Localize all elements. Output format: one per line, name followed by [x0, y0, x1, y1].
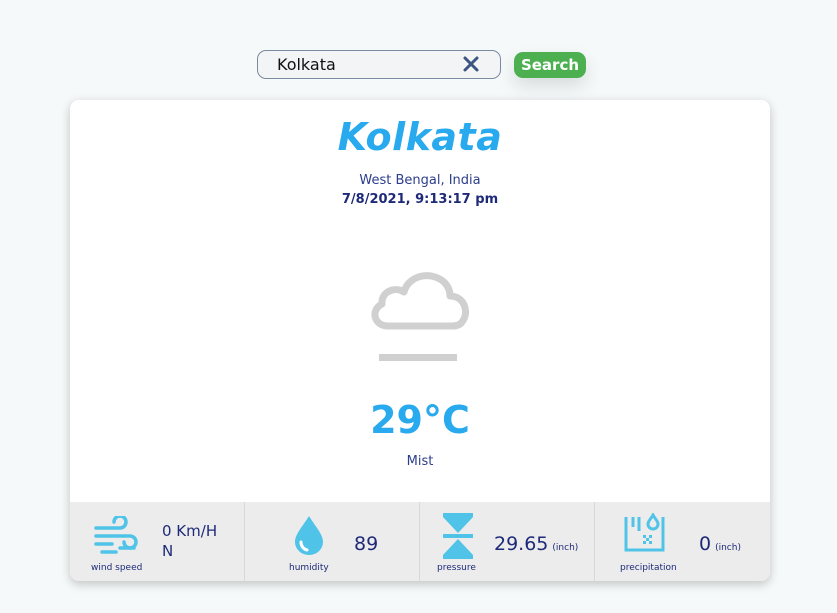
- precipitation-number: 0: [699, 533, 712, 555]
- condition-text: Mist: [406, 454, 434, 469]
- pressure-stat: 29.65 (inch) pressure: [420, 502, 595, 581]
- wind-speed-number: 0 Km/H: [162, 522, 218, 540]
- wind-speed-value: 0 Km/H N: [162, 521, 217, 561]
- precipitation-value: 0 (inch): [699, 533, 741, 555]
- search-button[interactable]: Search: [514, 52, 586, 78]
- stats-bar: 0 Km/H N wind speed 89 humidity 29.65 (in…: [70, 502, 770, 581]
- humidity-label: humidity: [289, 563, 329, 573]
- wind-stat: 0 Km/H N wind speed: [70, 502, 245, 581]
- humidity-value: 89: [354, 533, 379, 555]
- pressure-icon: [443, 513, 473, 559]
- pressure-value: 29.65 (inch): [494, 533, 578, 555]
- precipitation-unit: (inch): [715, 543, 741, 553]
- pressure-unit: (inch): [552, 543, 579, 553]
- precipitation-label: precipitation: [620, 563, 677, 573]
- precipitation-stat: 0 (inch) precipitation: [595, 502, 770, 581]
- wind-icon: [94, 516, 138, 554]
- pressure-label: pressure: [437, 563, 476, 573]
- clear-icon[interactable]: [461, 54, 481, 74]
- wind-direction: N: [162, 542, 174, 560]
- datetime-text: 7/8/2021, 9:13:17 pm: [341, 192, 499, 207]
- mist-icon: [371, 272, 469, 361]
- search-bar: [257, 50, 501, 79]
- precipitation-icon: [624, 513, 665, 552]
- pressure-number: 29.65: [494, 533, 549, 555]
- city-name: Kolkata: [337, 115, 503, 159]
- wind-label: wind speed: [91, 563, 143, 573]
- humidity-stat: 89 humidity: [245, 502, 420, 581]
- droplet-icon: [295, 516, 323, 555]
- region-text: West Bengal, India: [359, 173, 481, 188]
- weather-card: Kolkata West Bengal, India 7/8/2021, 9:1…: [70, 100, 770, 581]
- temperature-value: 29°C: [370, 398, 470, 442]
